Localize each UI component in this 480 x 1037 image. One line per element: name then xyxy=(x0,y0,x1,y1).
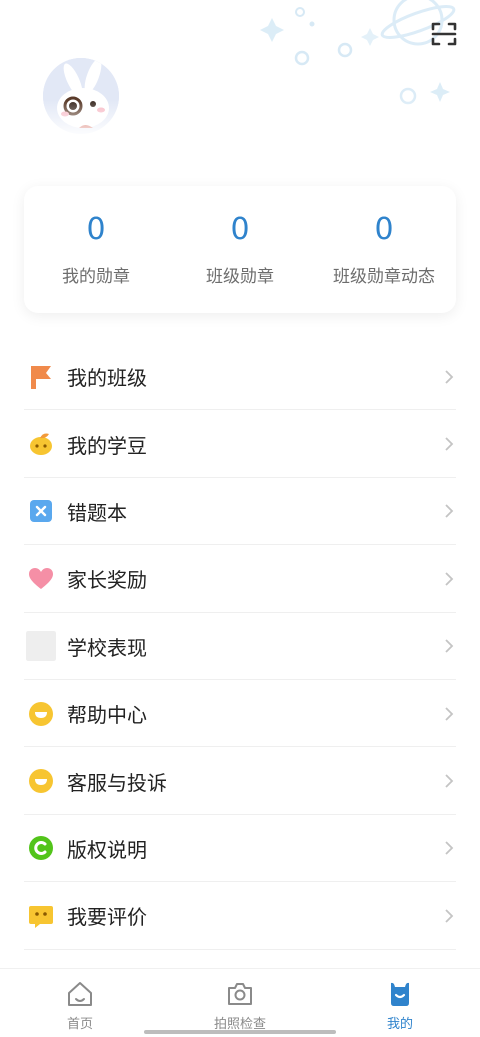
menu-item-label: 客服与投诉 xyxy=(67,770,167,795)
tab-label: 我的 xyxy=(386,1017,413,1032)
tab-photo-check[interactable]: 拍照检查 xyxy=(160,969,320,1037)
copyright-icon xyxy=(29,836,53,861)
stat-class-badge-feed[interactable]: 0 班级勋章动态 xyxy=(312,186,456,313)
stat-value: 0 xyxy=(374,212,394,247)
stat-label: 班级勋章动态 xyxy=(333,267,435,287)
menu-list: 我的班级 我的学豆 错题本 家长奖励 学校表现 帮助中心 客服与投诉 版权说明 … xyxy=(0,343,480,950)
badge-stats-card: 0 我的勋章 0 班级勋章 0 班级勋章动态 xyxy=(24,186,456,313)
scan-icon[interactable] xyxy=(430,20,458,48)
tab-label: 首页 xyxy=(66,1017,93,1032)
menu-item-customer-service[interactable]: 客服与投诉 xyxy=(0,747,480,816)
menu-item-wrong-book[interactable]: 错题本 xyxy=(0,478,480,546)
profile-header xyxy=(0,0,480,170)
menu-item-my-class[interactable]: 我的班级 xyxy=(0,343,480,411)
profile-icon xyxy=(391,982,409,1006)
service-icon xyxy=(29,769,53,794)
menu-item-label: 版权说明 xyxy=(67,837,147,862)
tab-mine[interactable]: 我的 xyxy=(320,969,480,1037)
heart-icon xyxy=(29,567,53,589)
flag-icon xyxy=(31,365,51,389)
chevron-right-icon xyxy=(445,841,454,856)
menu-item-help-center[interactable]: 帮助中心 xyxy=(0,680,480,748)
menu-item-my-beans[interactable]: 我的学豆 xyxy=(0,410,480,479)
school-performance-icon xyxy=(26,631,56,662)
chevron-right-icon xyxy=(445,370,454,384)
stat-value: 0 xyxy=(86,212,106,247)
review-icon xyxy=(29,905,53,928)
decoration-background xyxy=(260,0,456,105)
menu-item-school-performance[interactable]: 学校表现 xyxy=(0,613,480,681)
stat-label: 我的勋章 xyxy=(62,267,130,287)
menu-item-label: 错题本 xyxy=(67,500,127,525)
home-indicator[interactable] xyxy=(144,1030,336,1034)
stat-label: 班级勋章 xyxy=(206,267,274,287)
tab-home[interactable]: 首页 xyxy=(0,969,160,1037)
chevron-right-icon xyxy=(445,707,454,721)
stat-class-badges[interactable]: 0 班级勋章 xyxy=(168,186,312,313)
chevron-right-icon xyxy=(445,909,454,923)
chevron-right-icon xyxy=(445,639,454,653)
menu-item-label: 家长奖励 xyxy=(67,568,147,593)
home-icon xyxy=(68,982,92,1006)
help-icon xyxy=(29,701,53,726)
bean-icon xyxy=(30,433,52,456)
stat-my-badges[interactable]: 0 我的勋章 xyxy=(24,186,168,313)
menu-item-label: 我要评价 xyxy=(67,905,147,930)
menu-item-review[interactable]: 我要评价 xyxy=(0,882,480,950)
menu-item-label: 我的学豆 xyxy=(67,433,147,458)
camera-icon xyxy=(228,983,252,1005)
menu-item-parent-reward[interactable]: 家长奖励 xyxy=(0,545,480,613)
bottom-tab-bar: 首页 拍照检查 我的 xyxy=(0,968,480,1037)
menu-item-label: 帮助中心 xyxy=(67,703,147,728)
menu-item-copyright[interactable]: 版权说明 xyxy=(0,815,480,883)
chevron-right-icon xyxy=(445,504,454,519)
wrong-book-icon xyxy=(30,500,52,523)
chevron-right-icon xyxy=(445,437,454,451)
stat-value: 0 xyxy=(230,212,250,247)
menu-item-label: 学校表现 xyxy=(67,635,147,660)
chevron-right-icon xyxy=(445,774,454,788)
chevron-right-icon xyxy=(445,572,454,586)
menu-item-label: 我的班级 xyxy=(67,366,147,391)
